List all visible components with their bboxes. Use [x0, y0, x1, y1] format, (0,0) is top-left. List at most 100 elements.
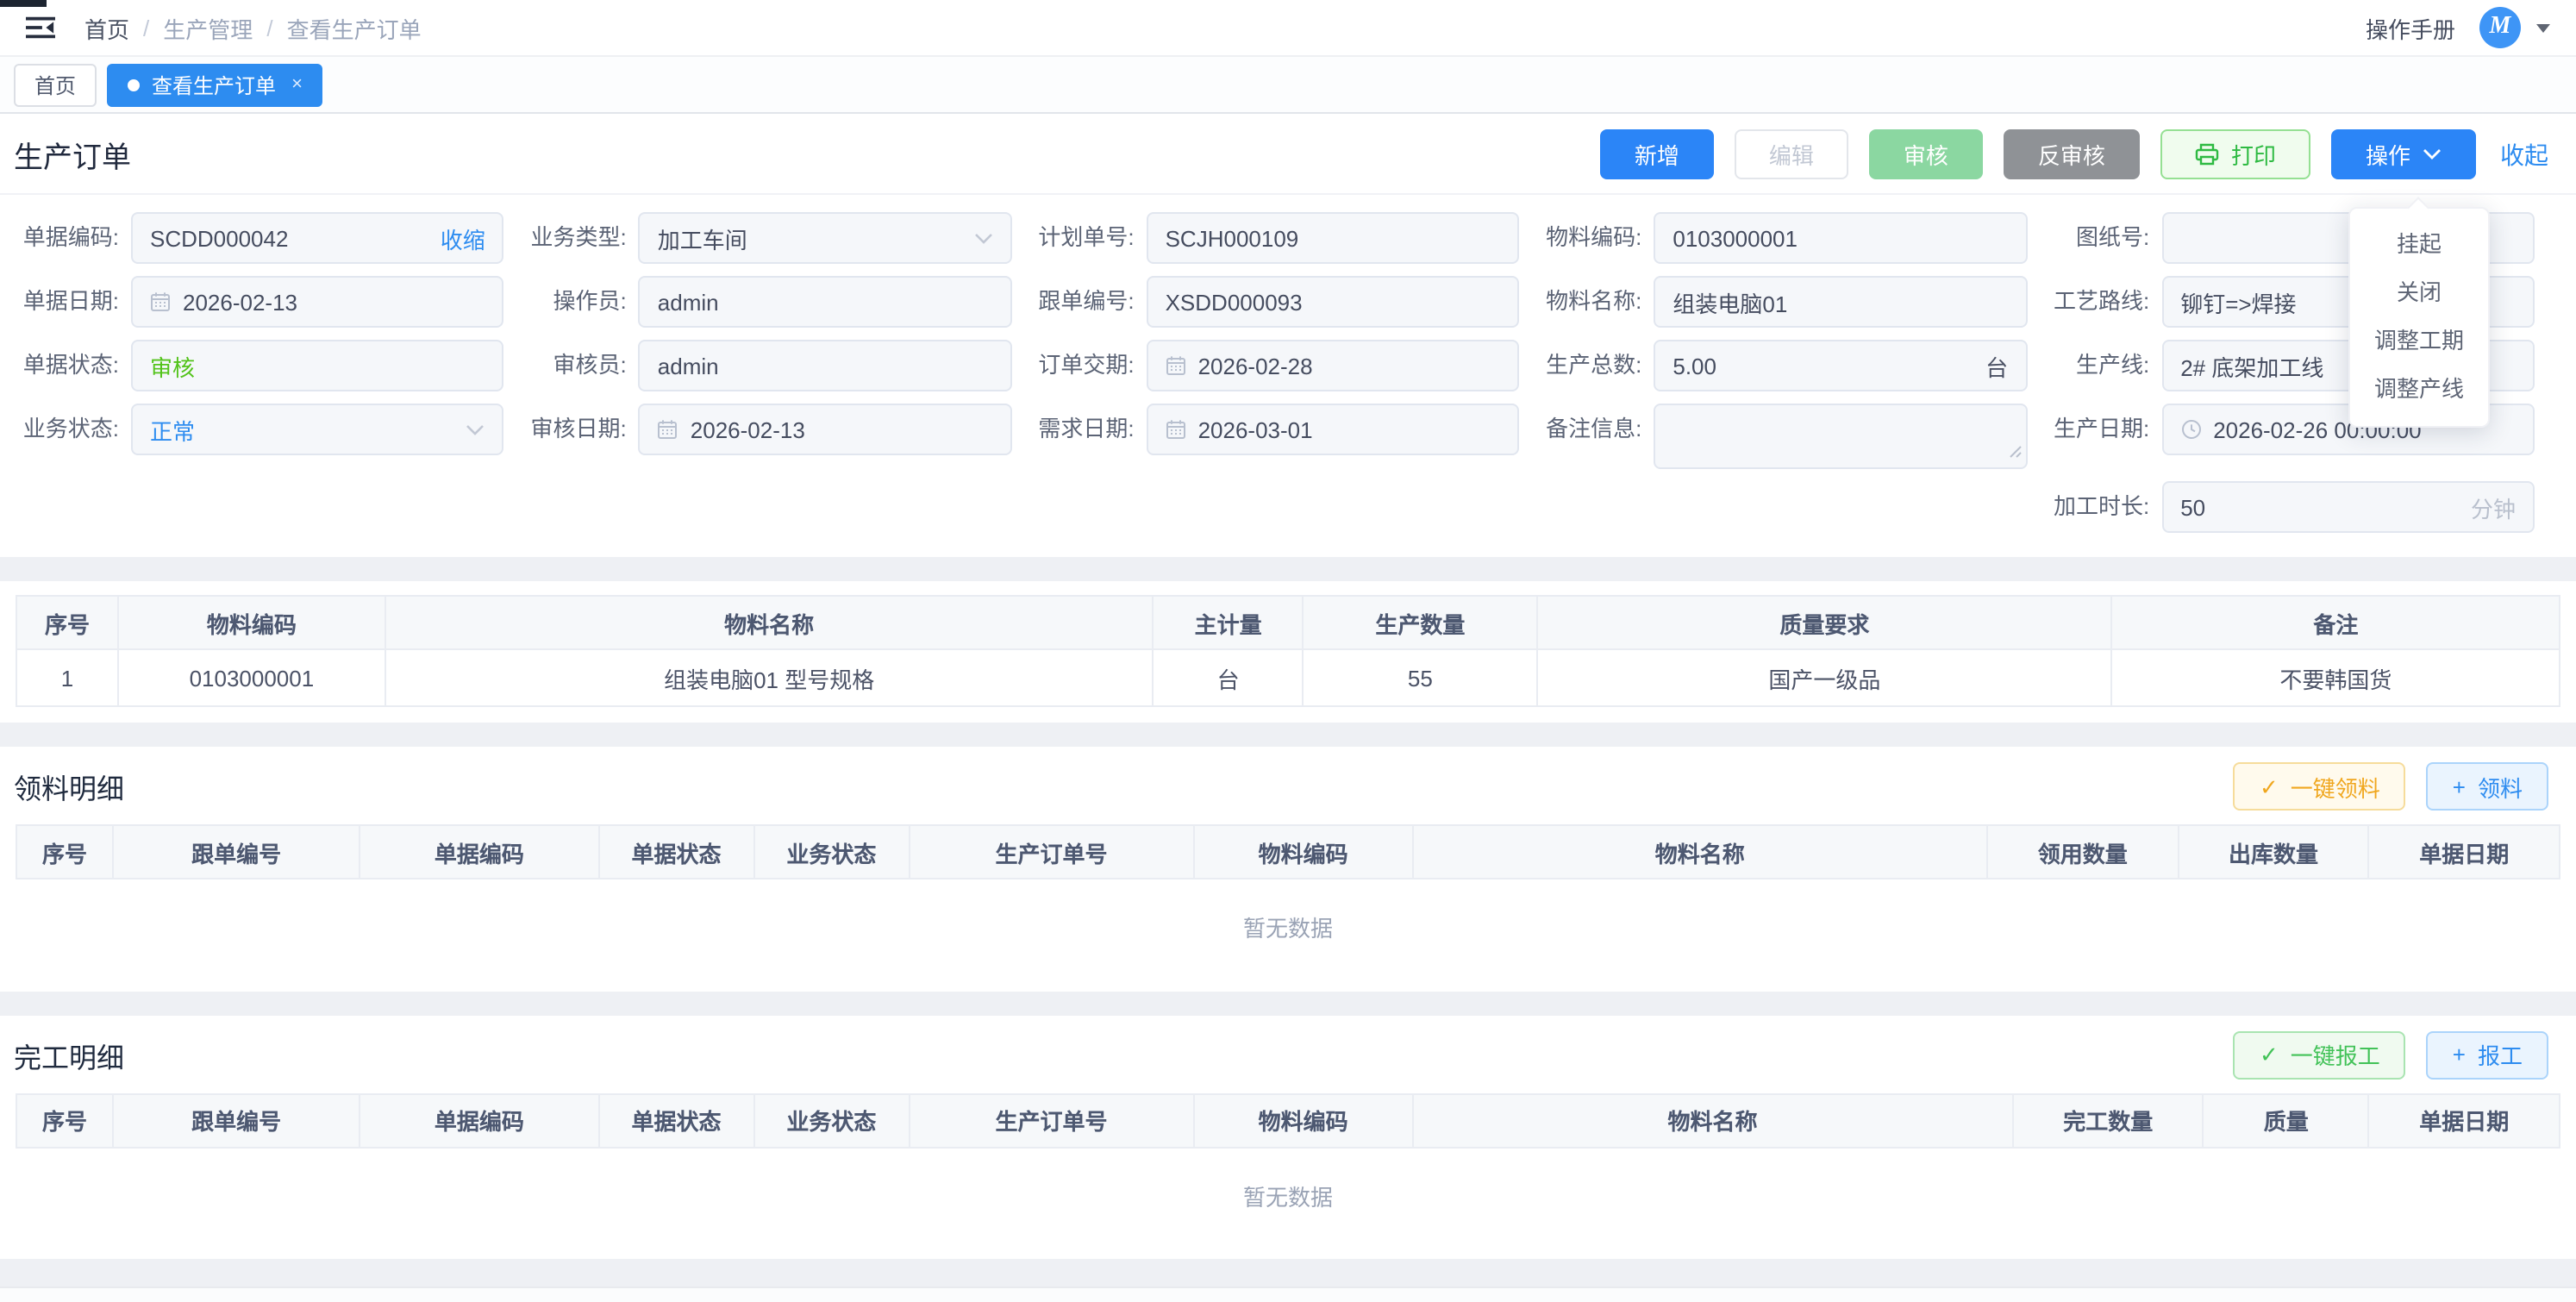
doc-status-input[interactable]: 审核: [131, 340, 504, 391]
unaudit-button[interactable]: 反审核: [2004, 129, 2140, 179]
manual-link[interactable]: 操作手册: [2366, 11, 2455, 44]
doc-status-value: 审核: [150, 349, 195, 382]
empty-row: 暂无数据: [16, 879, 2560, 975]
menu-item-adjust-line[interactable]: 调整产线: [2350, 366, 2488, 414]
resize-grip-icon[interactable]: [2008, 438, 2022, 464]
column-header: 单据日期: [2369, 1093, 2560, 1147]
page-title: 生产订单: [14, 133, 131, 176]
column-header: 业务状态: [753, 1093, 909, 1147]
doc-code-input[interactable]: SCDD000042 收缩: [131, 212, 504, 264]
cell-unit: 台: [1154, 649, 1304, 706]
column-header: 序号: [16, 825, 113, 879]
doc-date-input[interactable]: 2026-02-13: [131, 276, 504, 328]
field-label: 单据状态:: [14, 340, 131, 391]
finish-panel: 完工明细 ✓ 一键报工 + 报工 序号: [0, 1015, 2576, 1259]
biz-type-select[interactable]: 加工车间: [639, 212, 1012, 264]
cell-seq: 1: [16, 649, 118, 706]
material-code-input[interactable]: 0103000001: [1654, 212, 2027, 264]
field-label: 生产日期:: [2044, 404, 2161, 455]
tab-active-dot: [128, 78, 140, 91]
biz-status-select[interactable]: 正常: [131, 404, 504, 455]
menu-item-suspend[interactable]: 挂起: [2350, 221, 2488, 269]
shrink-link[interactable]: 收缩: [441, 222, 485, 254]
finish-actions: ✓ 一键报工 + 报工: [2234, 1030, 2548, 1079]
material-table-wrap: 序号 物料编码 物料名称 主计量 生产数量 质量要求 备注 1 01030000…: [0, 581, 2576, 723]
toolbar-actions: 新增 编辑 审核 反审核 打印 操作: [1600, 129, 2548, 179]
chevron-down-icon: [466, 423, 485, 435]
sidebar-edge: [0, 0, 47, 7]
add-picking-label: 领料: [2478, 770, 2523, 803]
table-row[interactable]: 1 0103000001 组装电脑01 型号规格 台 55 国产一级品 不要韩国…: [16, 649, 2560, 706]
field-auditor: 审核员: admin: [522, 340, 1012, 391]
print-button[interactable]: 打印: [2160, 129, 2310, 179]
material-name-input[interactable]: 组装电脑01: [1654, 276, 2027, 328]
material-table-panel: 序号 物料编码 物料名称 主计量 生产数量 质量要求 备注 1 01030000…: [0, 581, 2576, 723]
field-label: 单据编码:: [14, 212, 131, 264]
add-button[interactable]: 新增: [1600, 129, 1714, 179]
remark-textarea[interactable]: [1654, 404, 2027, 469]
menu-item-adjust-schedule[interactable]: 调整工期: [2350, 317, 2488, 366]
field-label: 需求日期:: [1029, 404, 1147, 455]
field-delivery-date: 订单交期: 2026-02-28: [1029, 340, 1520, 391]
breadcrumb-production-mgmt[interactable]: 生产管理: [163, 11, 253, 44]
column-header: 生产数量: [1304, 596, 1537, 649]
column-header: 完工数量: [2013, 1093, 2204, 1147]
column-header: 跟单编号: [113, 1093, 360, 1147]
column-header: 业务状态: [753, 825, 909, 879]
field-biz-status: 业务状态: 正常: [14, 404, 504, 469]
user-caret-icon[interactable]: [2536, 23, 2550, 32]
tab-close-icon[interactable]: ×: [291, 75, 303, 94]
field-biz-type: 业务类型: 加工车间: [522, 212, 1012, 264]
menu-item-close-order[interactable]: 关闭: [2350, 269, 2488, 317]
add-picking-button[interactable]: + 领料: [2427, 762, 2548, 811]
field-label: 业务状态:: [14, 404, 131, 455]
column-header: 质量: [2204, 1093, 2369, 1147]
column-header: 单据编码: [360, 1093, 598, 1147]
plan-no-input[interactable]: SCJH000109: [1147, 212, 1520, 264]
menu-fold-icon[interactable]: [26, 16, 55, 40]
column-header: 单据编码: [360, 825, 598, 879]
field-doc-code: 单据编码: SCDD000042 收缩: [14, 212, 504, 264]
cell-qty: 55: [1304, 649, 1537, 706]
field-remark: 备注信息:: [1536, 404, 2027, 469]
add-report-button[interactable]: + 报工: [2427, 1030, 2548, 1079]
breadcrumb-home[interactable]: 首页: [84, 11, 129, 44]
avatar[interactable]: M: [2479, 7, 2521, 48]
biz-status-value: 正常: [150, 413, 195, 446]
empty-row: 暂无数据: [16, 1147, 2560, 1243]
total-qty-input[interactable]: 5.00 台: [1654, 340, 2027, 391]
batch-report-button[interactable]: ✓ 一键报工: [2234, 1030, 2406, 1079]
column-header: 单据状态: [599, 1093, 754, 1147]
tab-view-production-order[interactable]: 查看生产订单 ×: [107, 63, 323, 106]
edit-button[interactable]: 编辑: [1735, 129, 1848, 179]
picking-table: 序号 跟单编号 单据编码 单据状态 业务状态 生产订单号 物料编码 物料名称 领…: [16, 824, 2560, 975]
demand-date-input[interactable]: 2026-03-01: [1147, 404, 1520, 455]
delivery-date-input[interactable]: 2026-02-28: [1147, 340, 1520, 391]
column-header: 物料名称: [1412, 1093, 2012, 1147]
field-audit-date: 审核日期: 2026-02-13: [522, 404, 1012, 469]
order-form: 单据编码: SCDD000042 收缩 业务类型: 加工车间 计划单号:: [0, 195, 2576, 557]
tab-home[interactable]: 首页: [14, 63, 97, 106]
batch-picking-button[interactable]: ✓ 一键领料: [2234, 762, 2406, 811]
order-panel-head: 生产订单 新增 编辑 审核 反审核 打印: [0, 114, 2576, 193]
picking-table-header-row: 序号 跟单编号 单据编码 单据状态 业务状态 生产订单号 物料编码 物料名称 领…: [16, 825, 2560, 879]
column-header: 领用数量: [1987, 825, 2178, 879]
finish-title: 完工明细: [14, 1034, 124, 1075]
field-label: 订单交期:: [1029, 340, 1147, 391]
field-doc-date: 单据日期: 2026-02-13: [14, 276, 504, 328]
cell-material-code: 0103000001: [118, 649, 385, 706]
more-actions-button[interactable]: 操作: [2331, 129, 2476, 179]
column-header: 序号: [16, 1093, 113, 1147]
process-minutes-input[interactable]: 50 分钟: [2161, 481, 2535, 533]
track-no-input[interactable]: XSDD000093: [1147, 276, 1520, 328]
column-header: 物料名称: [385, 596, 1154, 649]
printer-icon: [2195, 143, 2219, 166]
finish-table: 序号 跟单编号 单据编码 单据状态 业务状态 生产订单号 物料编码 物料名称 完…: [16, 1092, 2560, 1243]
collapse-link[interactable]: 收起: [2500, 137, 2548, 172]
field-total-qty: 生产总数: 5.00 台: [1536, 340, 2027, 391]
audit-date-input[interactable]: 2026-02-13: [639, 404, 1012, 455]
audit-button[interactable]: 审核: [1869, 129, 1983, 179]
operator-input[interactable]: admin: [639, 276, 1012, 328]
auditor-input[interactable]: admin: [639, 340, 1012, 391]
breadcrumb-separator: /: [266, 15, 272, 41]
